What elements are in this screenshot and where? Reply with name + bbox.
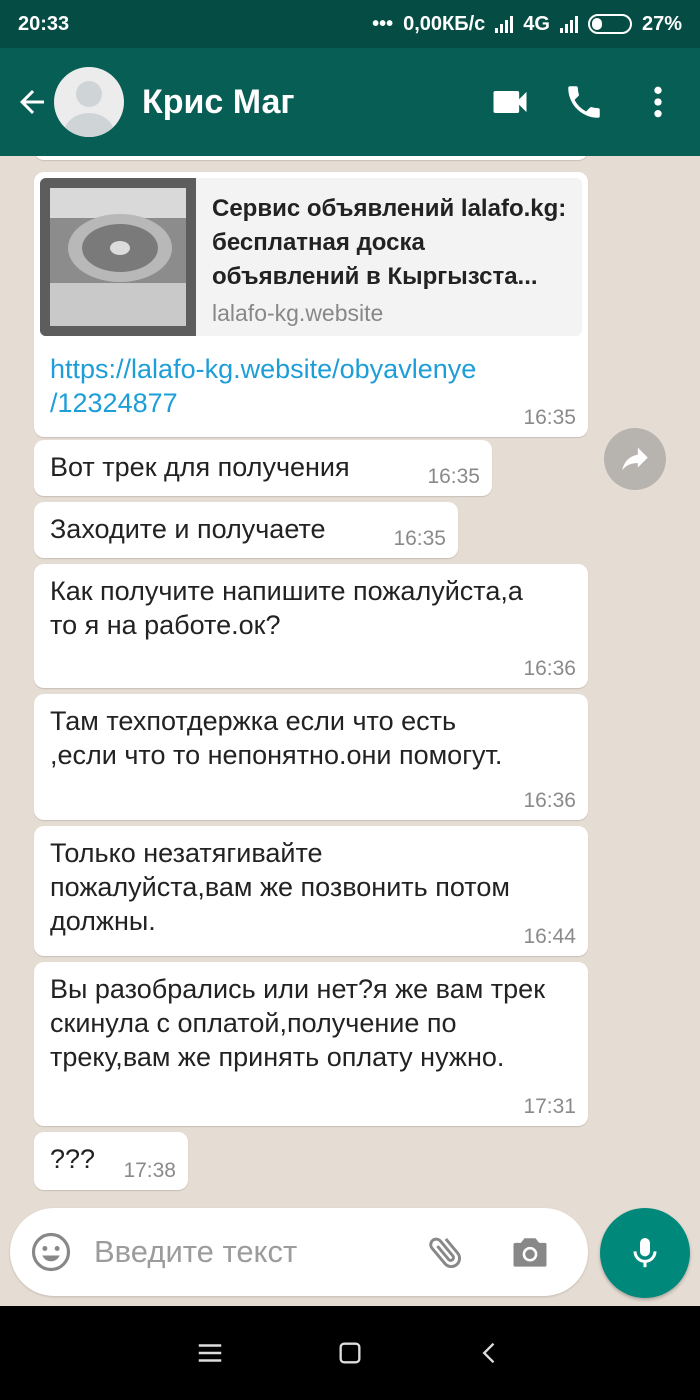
more-dots: ••• bbox=[372, 12, 394, 35]
message-bubble[interactable]: Там техпотдержка если что есть ,если что… bbox=[34, 694, 588, 820]
url-line-2[interactable]: /12324877 bbox=[50, 388, 178, 418]
chat-header: Крис Маг bbox=[0, 48, 700, 156]
paperclip-icon[interactable] bbox=[424, 1230, 468, 1274]
link-preview-domain: lalafo-kg.website bbox=[212, 300, 384, 326]
camera-icon[interactable] bbox=[508, 1230, 552, 1274]
message-text: Вот трек для получения bbox=[50, 452, 350, 482]
more-options-icon[interactable] bbox=[636, 80, 680, 124]
battery-fill bbox=[591, 18, 602, 30]
back-arrow-icon[interactable] bbox=[14, 84, 50, 120]
message-bubble[interactable]: Как получите напишите пожалуйста,а то я … bbox=[34, 564, 588, 688]
back-chevron-icon bbox=[482, 1342, 495, 1364]
message-text: Вы разобрались или нет?я же вам трек ски… bbox=[50, 974, 546, 1072]
forward-icon bbox=[622, 447, 648, 471]
signal-bars-icon bbox=[495, 15, 514, 33]
microphone-icon bbox=[633, 1238, 657, 1268]
compose-bar bbox=[10, 1208, 588, 1296]
menu-icon bbox=[198, 1344, 222, 1362]
system-nav-bar bbox=[0, 1306, 700, 1400]
link-preview-title: Сервис объявлений lalafo.kg: бесплатная … bbox=[212, 195, 567, 290]
message-input[interactable] bbox=[94, 1234, 414, 1270]
message-time: 16:44 bbox=[523, 925, 576, 948]
message-bubble[interactable]: Заходите и получаете 16:35 bbox=[34, 502, 458, 558]
message-bubble-link[interactable]: Сервис объявлений lalafo.kg: бесплатная … bbox=[34, 172, 588, 437]
battery-percent: 27% bbox=[641, 12, 682, 35]
contact-name[interactable]: Крис Маг bbox=[142, 83, 488, 122]
whatsapp-chat-screen: 20:33 ••• 0,00КБ/с 4G 27% Крис Маг Серви… bbox=[0, 0, 700, 1400]
status-time: 20:33 bbox=[18, 12, 70, 35]
message-time: 16:35 bbox=[427, 465, 480, 488]
message-link-url[interactable]: https://lalafo-kg.website/obyavlenye /12… bbox=[34, 336, 588, 430]
message-time: 17:38 bbox=[123, 1159, 176, 1182]
message-time: 16:35 bbox=[523, 406, 576, 429]
emoji-icon[interactable] bbox=[30, 1231, 72, 1273]
network-speed: 0,00КБ/с bbox=[403, 12, 486, 35]
home-nav-button[interactable] bbox=[330, 1333, 370, 1373]
status-bar: 20:33 ••• 0,00КБ/с 4G 27% bbox=[0, 0, 700, 48]
menu-nav-button[interactable] bbox=[190, 1333, 230, 1373]
message-time: 16:35 bbox=[393, 527, 446, 550]
message-time: 16:36 bbox=[523, 789, 576, 812]
link-preview[interactable]: Сервис объявлений lalafo.kg: бесплатная … bbox=[40, 178, 582, 336]
voice-record-button[interactable] bbox=[600, 1208, 690, 1298]
home-icon bbox=[339, 1342, 361, 1364]
message-text: Там техпотдержка если что есть ,если что… bbox=[50, 706, 503, 770]
message-text: Только незатягивайте пожалуйста,вам же п… bbox=[50, 838, 510, 936]
link-preview-body: Сервис объявлений lalafo.kg: бесплатная … bbox=[196, 178, 582, 336]
message-text: Как получите напишите пожалуйста,а то я … bbox=[50, 576, 523, 640]
video-call-icon[interactable] bbox=[488, 80, 532, 124]
forward-button[interactable] bbox=[604, 428, 666, 490]
message-bubble[interactable]: Вы разобрались или нет?я же вам трек ски… bbox=[34, 962, 588, 1126]
washing-machine-image bbox=[40, 178, 196, 336]
network-type: 4G bbox=[523, 12, 550, 35]
avatar[interactable] bbox=[54, 67, 124, 137]
message-bubble[interactable]: Только незатягивайте пожалуйста,вам же п… bbox=[34, 826, 588, 956]
back-nav-button[interactable] bbox=[470, 1333, 510, 1373]
message-bubble[interactable]: ??? 17:38 bbox=[34, 1132, 188, 1190]
message-list[interactable]: Сервис объявлений lalafo.kg: бесплатная … bbox=[0, 156, 700, 1306]
phone-icon[interactable] bbox=[562, 80, 606, 124]
message-bubble[interactable]: Вот трек для получения 16:35 bbox=[34, 440, 492, 496]
message-time: 16:36 bbox=[523, 657, 576, 680]
message-bubble-partial bbox=[34, 156, 588, 160]
url-line-1[interactable]: https://lalafo-kg.website/obyavlenye bbox=[50, 354, 476, 384]
status-indicators: ••• 0,00КБ/с 4G 27% bbox=[372, 13, 682, 36]
battery-icon bbox=[587, 14, 632, 34]
message-time: 17:31 bbox=[523, 1095, 576, 1118]
default-avatar-icon bbox=[64, 81, 114, 137]
wifi-signal-icon bbox=[559, 15, 578, 33]
